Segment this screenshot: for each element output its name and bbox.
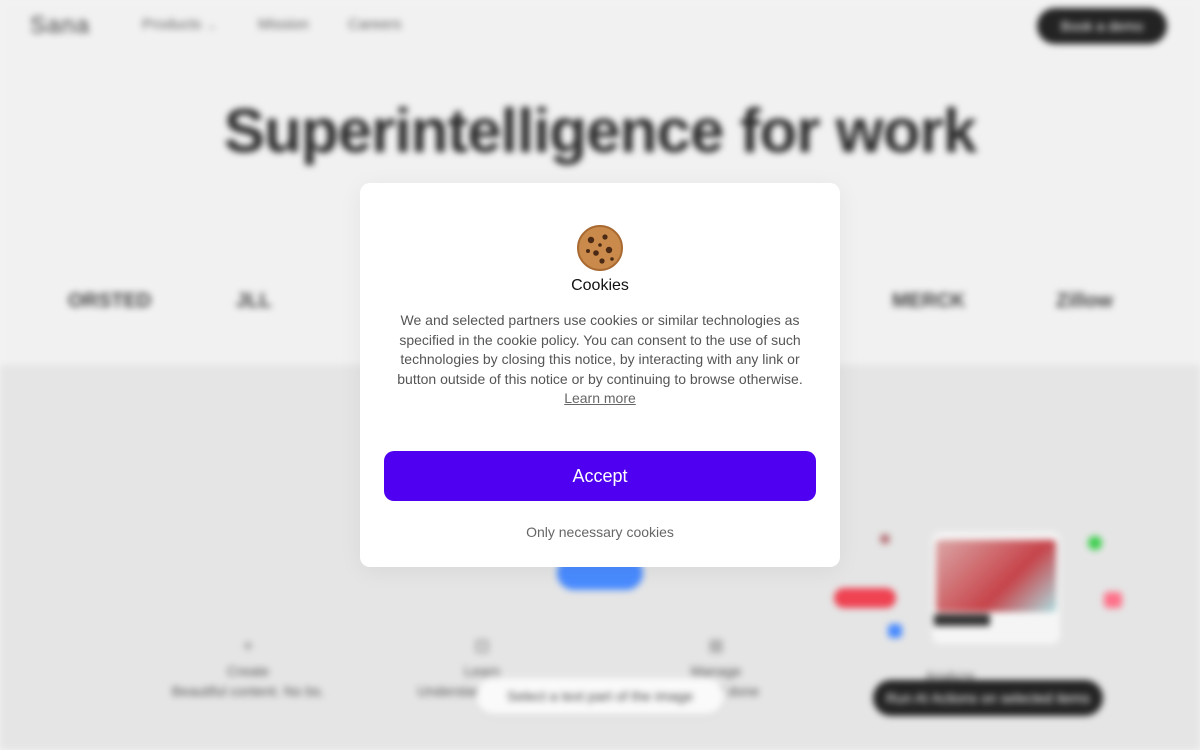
only-necessary-cookies-button[interactable]: Only necessary cookies	[500, 521, 700, 543]
cookie-icon	[577, 225, 623, 271]
cookie-body-text: We and selected partners use cookies or …	[397, 312, 803, 387]
learn-more-link[interactable]: Learn more	[564, 390, 636, 406]
accept-button[interactable]: Accept	[384, 451, 816, 501]
cookie-dialog: Cookies We and selected partners use coo…	[360, 183, 840, 567]
cookie-notice-text: We and selected partners use cookies or …	[388, 311, 812, 409]
cookie-title: Cookies	[571, 277, 629, 294]
